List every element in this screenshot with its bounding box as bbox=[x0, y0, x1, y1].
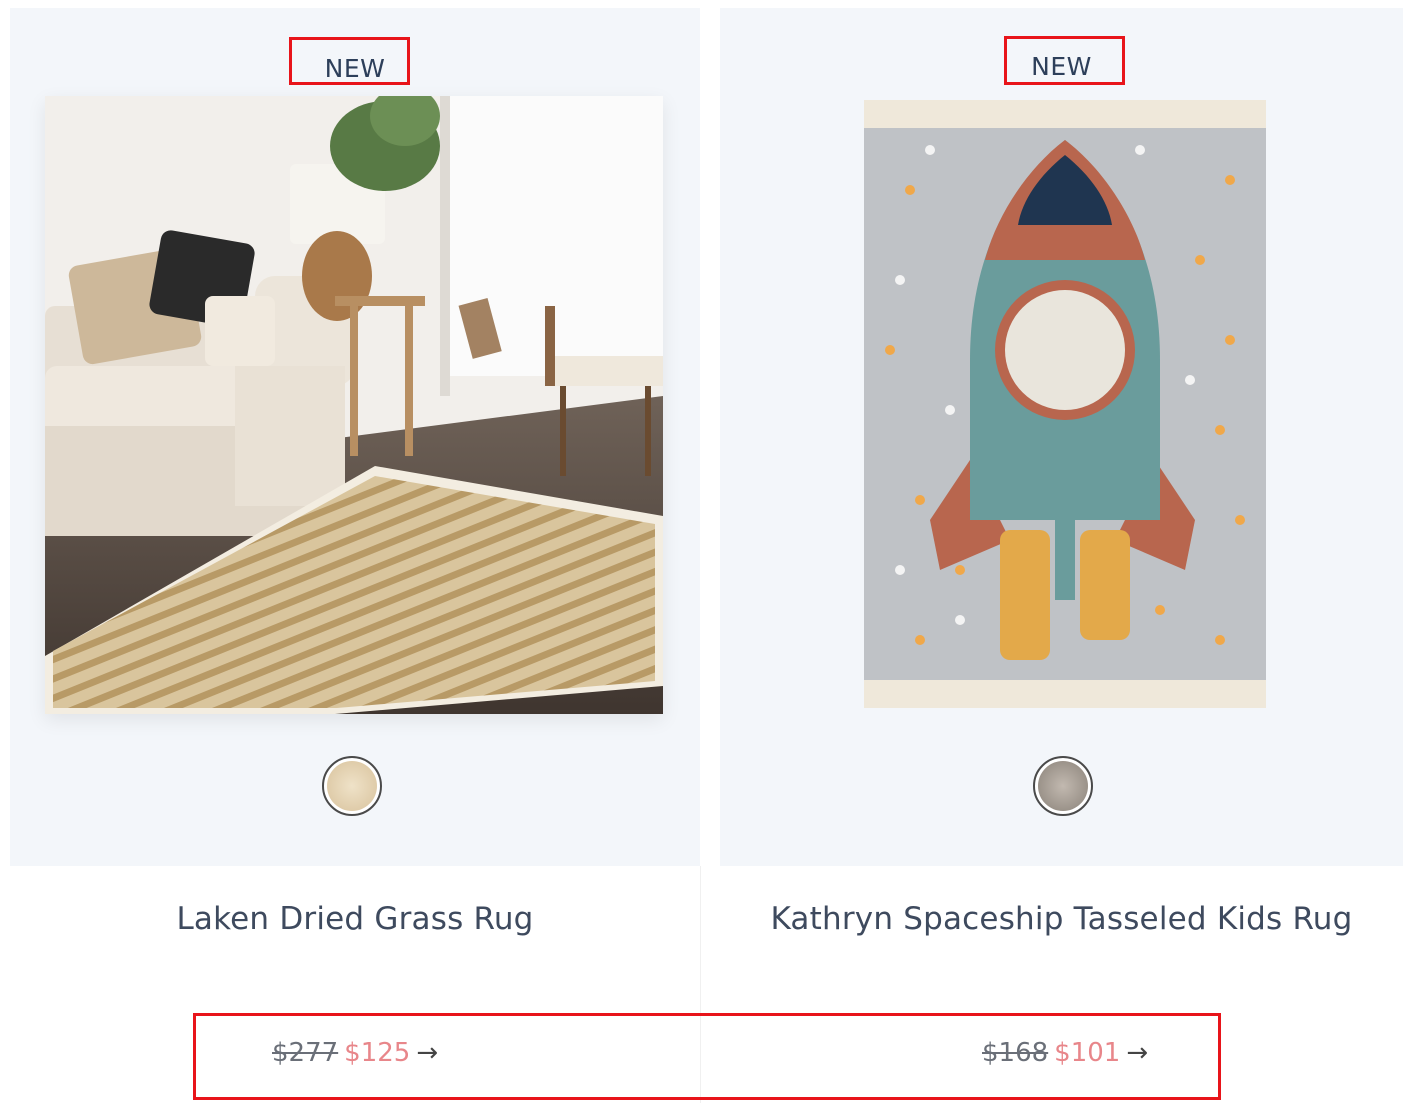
highlight-box-badge-left bbox=[289, 37, 410, 85]
color-swatch-grey[interactable] bbox=[1033, 756, 1093, 816]
product-title[interactable]: Laken Dried Grass Rug bbox=[10, 901, 700, 937]
living-room-rug-photo bbox=[45, 96, 663, 714]
product-title[interactable]: Kathryn Spaceship Tasseled Kids Rug bbox=[720, 901, 1403, 937]
product-card-laken[interactable]: NEW Laken Dried Grass Rug $277 $125 → bbox=[10, 8, 700, 1108]
swatch-fill bbox=[327, 761, 377, 811]
color-swatch-natural[interactable] bbox=[322, 756, 382, 816]
product-image-spaceship-rug[interactable] bbox=[860, 100, 1270, 708]
product-card-kathryn[interactable]: NEW Kathryn Spaceship Tasseled Kids Rug … bbox=[720, 8, 1403, 1108]
spaceship-rug-photo bbox=[860, 100, 1270, 708]
product-image-laken-rug[interactable] bbox=[45, 96, 663, 714]
highlight-box-prices bbox=[193, 1013, 1221, 1100]
swatch-fill bbox=[1038, 761, 1088, 811]
highlight-box-badge-right bbox=[1004, 36, 1125, 85]
